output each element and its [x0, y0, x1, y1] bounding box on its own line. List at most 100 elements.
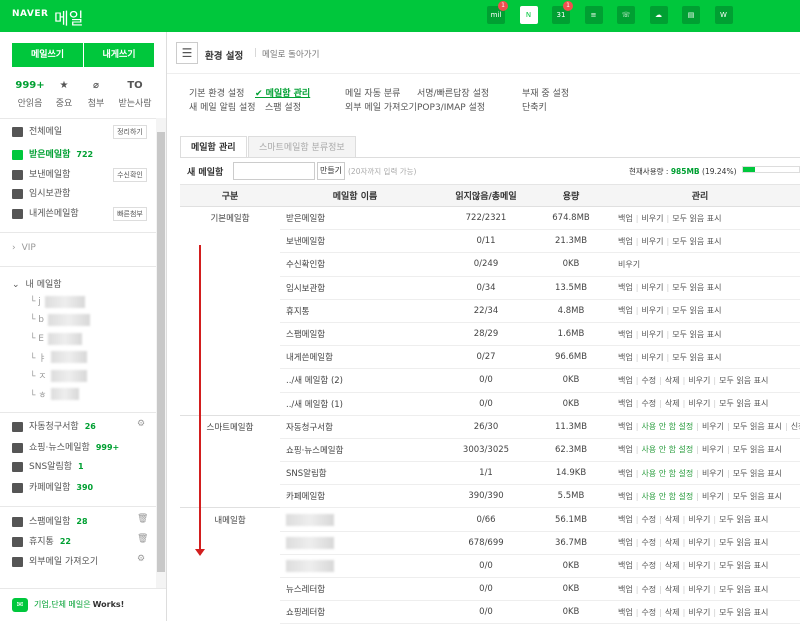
- settings-link[interactable]: ✔ 메일함 관리: [255, 86, 310, 99]
- action-link[interactable]: 비우기: [702, 422, 724, 431]
- action-link[interactable]: 백업: [618, 515, 633, 524]
- quick-filter-첨부[interactable]: ⌀ 첨부: [78, 80, 114, 109]
- action-link[interactable]: 백업: [618, 214, 633, 223]
- sub-mailbox[interactable]: └ E: [30, 332, 82, 345]
- action-link[interactable]: 비우기: [702, 445, 724, 454]
- settings-link[interactable]: 서명/빠른답장 설정: [417, 86, 489, 99]
- contacts-icon[interactable]: ≡: [584, 6, 603, 24]
- action-link[interactable]: 비우기: [641, 214, 663, 223]
- sub-mailbox[interactable]: └ ㅑ: [30, 351, 87, 364]
- action-link[interactable]: 삭제: [665, 376, 680, 385]
- action-link[interactable]: 모두 읽음 표시: [719, 399, 768, 408]
- naver-logo[interactable]: NAVER: [12, 9, 48, 19]
- action-link[interactable]: 삭제: [665, 538, 680, 547]
- action-link[interactable]: 삭제: [665, 399, 680, 408]
- action-link[interactable]: 모두 읽음 표시: [672, 353, 721, 362]
- action-link[interactable]: 삭제: [665, 585, 680, 594]
- action-link[interactable]: 수정: [641, 515, 656, 524]
- action-link[interactable]: 삭제: [665, 515, 680, 524]
- action-link[interactable]: 모두 읽음 표시: [719, 538, 768, 547]
- sidebar-item-외부메일 가져오기[interactable]: 외부메일 가져오기: [12, 554, 98, 570]
- action-link[interactable]: 모두 읽음 표시: [672, 283, 721, 292]
- talk-icon[interactable]: mil 1: [487, 1, 508, 24]
- settings-link[interactable]: 스팸 설정: [265, 100, 301, 113]
- action-link[interactable]: 백업: [618, 492, 633, 501]
- action-link[interactable]: 비우기: [688, 585, 710, 594]
- quick-filter-중요[interactable]: ★ 중요: [46, 80, 82, 109]
- sidebar-item-전체메일[interactable]: 전체메일: [12, 124, 62, 140]
- settings-link[interactable]: 외부 메일 가져오기: [345, 100, 417, 113]
- sub-mailbox[interactable]: └ ㅈ: [30, 369, 87, 382]
- settings-link[interactable]: 부재 중 설정: [522, 86, 569, 99]
- action-link[interactable]: 수정: [641, 608, 656, 617]
- back-to-mail-link[interactable]: 메일로 돌아가기: [262, 48, 319, 60]
- memo-icon[interactable]: ▤: [682, 6, 700, 24]
- action-link[interactable]: 백업: [618, 330, 633, 339]
- sidebar-item-보낸메일함[interactable]: 보낸메일함: [12, 167, 70, 183]
- action-link[interactable]: 백업: [618, 538, 633, 547]
- new-mailbox-input[interactable]: [233, 162, 315, 180]
- action-link[interactable]: 비우기: [641, 237, 663, 246]
- gear-icon[interactable]: ⚙: [137, 554, 145, 564]
- settings-link[interactable]: 새 메일 알림 설정: [189, 100, 256, 113]
- action-link[interactable]: 모두 읽음 표시: [733, 422, 782, 431]
- home-icon[interactable]: W: [714, 6, 733, 24]
- action-link[interactable]: 수정: [641, 399, 656, 408]
- action-link[interactable]: 비우기: [702, 492, 724, 501]
- action-link[interactable]: 백업: [618, 399, 633, 408]
- trash-icon[interactable]: 🗑: [137, 534, 148, 544]
- menu-icon[interactable]: ☰: [176, 42, 198, 64]
- sidebar-item-임시보관함[interactable]: 임시보관함: [12, 186, 70, 202]
- action-link[interactable]: 모두 읽음 표시: [719, 608, 768, 617]
- action-link[interactable]: 비우기: [618, 260, 640, 269]
- action-link[interactable]: 백업: [618, 422, 633, 431]
- action-link[interactable]: 비우기: [688, 376, 710, 385]
- works-promo[interactable]: ✉ 기업,단체 메일은 Works!: [12, 597, 124, 613]
- sidebar-item-휴지통[interactable]: 휴지통 22: [12, 534, 71, 550]
- action-link[interactable]: 수정: [641, 585, 656, 594]
- sidebar-item-내게쓴메일함[interactable]: 내게쓴메일함: [12, 206, 79, 222]
- action-link[interactable]: 백업: [618, 237, 633, 246]
- action-link[interactable]: 비우기: [688, 608, 710, 617]
- action-link[interactable]: 비우기: [641, 283, 663, 292]
- calendar-icon[interactable]: 31 1: [552, 1, 573, 24]
- action-link[interactable]: 모두 읽음 표시: [719, 585, 768, 594]
- action-link[interactable]: 백업: [618, 561, 633, 570]
- tab-smart-mailbox-info[interactable]: 스마트메일함 분류정보: [248, 136, 356, 158]
- create-button[interactable]: 만들기: [317, 162, 345, 180]
- action-link[interactable]: 사용 안 함 설정: [641, 422, 693, 431]
- action-link[interactable]: 모두 읽음 표시: [672, 237, 721, 246]
- action-link[interactable]: 백업: [618, 585, 633, 594]
- sidebar-item-SNS알림함[interactable]: SNS알림함 1: [12, 459, 84, 475]
- mail-icon[interactable]: N: [519, 6, 538, 24]
- action-link[interactable]: 비우기: [641, 330, 663, 339]
- action-link[interactable]: 사용 안 함 설정: [641, 469, 693, 478]
- self-compose-button[interactable]: 내게쓰기: [84, 43, 154, 67]
- sidebar-item-카페메일함[interactable]: 카페메일함 390: [12, 480, 93, 496]
- trash-icon[interactable]: 🗑: [137, 514, 148, 524]
- action-link[interactable]: 비우기: [688, 399, 710, 408]
- action-link[interactable]: 수정: [641, 376, 656, 385]
- sub-mailbox[interactable]: └ ㅎ: [30, 388, 79, 401]
- sidebar-scrollbar[interactable]: [156, 118, 166, 588]
- action-link[interactable]: 수정: [641, 538, 656, 547]
- action-link[interactable]: 백업: [618, 306, 633, 315]
- sidebar-item-자동청구서함[interactable]: 자동청구서함 26: [12, 419, 96, 435]
- action-link[interactable]: 모두 읽음 표시: [719, 515, 768, 524]
- sidebar-button[interactable]: 정리하기: [113, 125, 147, 139]
- sidebar-vip[interactable]: › VIP: [12, 240, 36, 256]
- quick-filter-받는사람[interactable]: TO 받는사람: [117, 80, 153, 109]
- action-link[interactable]: 모두 읽음 표시: [672, 306, 721, 315]
- action-link[interactable]: 삭제: [665, 608, 680, 617]
- gear-icon[interactable]: ⚙: [137, 419, 145, 429]
- sidebar-item-스팸메일함[interactable]: 스팸메일함 28: [12, 514, 88, 530]
- compose-button[interactable]: 메일쓰기: [12, 43, 83, 67]
- sub-mailbox[interactable]: └ b: [30, 314, 90, 327]
- action-link[interactable]: 백업: [618, 283, 633, 292]
- action-link[interactable]: 모두 읽음 표시: [733, 492, 782, 501]
- action-link[interactable]: 모두 읽음 표시: [733, 445, 782, 454]
- action-link[interactable]: 백업: [618, 353, 633, 362]
- settings-link[interactable]: 기본 환경 설정: [189, 86, 244, 99]
- tab-mailbox-manage[interactable]: 메일함 관리: [180, 136, 247, 158]
- sidebar-item-쇼핑·뉴스메일함[interactable]: 쇼핑·뉴스메일함 999+: [12, 440, 119, 456]
